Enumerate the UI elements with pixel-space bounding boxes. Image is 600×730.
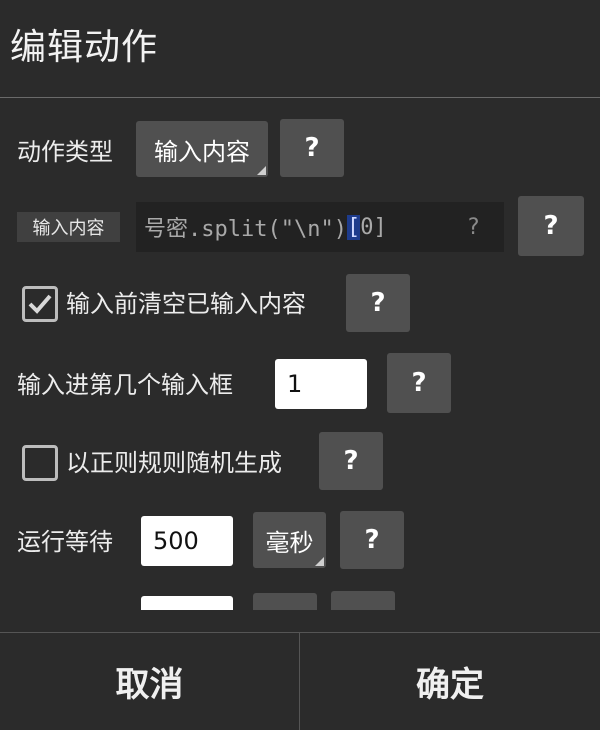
cutoff-dropdown[interactable] xyxy=(253,593,317,610)
wait-field[interactable]: 500 xyxy=(141,516,233,566)
code-text-before: 号密.split("\n") xyxy=(144,217,347,242)
cutoff-help-button[interactable] xyxy=(331,591,395,610)
cancel-button[interactable]: 取消 xyxy=(0,633,299,730)
code-text-after: 0] xyxy=(360,214,387,240)
input-index-help-button[interactable]: ? xyxy=(387,353,451,413)
wait-unit-dropdown[interactable]: 毫秒 xyxy=(253,512,326,568)
regex-random-help-button[interactable]: ? xyxy=(319,432,383,490)
input-index-label: 输入进第几个输入框 xyxy=(17,371,233,399)
input-content-help-button[interactable]: ? xyxy=(518,196,584,256)
cutoff-field[interactable] xyxy=(141,596,233,610)
action-type-help-button[interactable]: ? xyxy=(280,119,344,177)
checkmark-icon xyxy=(28,294,52,314)
action-type-label: 动作类型 xyxy=(17,138,113,166)
dialog-footer: 取消 确定 xyxy=(0,632,600,730)
code-selection: [ xyxy=(346,214,361,240)
wait-label: 运行等待 xyxy=(17,528,113,556)
clear-before-help-button[interactable]: ? xyxy=(346,274,410,332)
input-index-field[interactable]: 1 xyxy=(275,359,367,409)
editor-hint: ? xyxy=(466,214,480,240)
clear-before-checkbox[interactable] xyxy=(22,286,58,322)
confirm-button[interactable]: 确定 xyxy=(300,633,600,730)
dialog-content: 动作类型 输入内容 ? 输入内容 号密.split("\n")[0] ? ? 输… xyxy=(0,98,600,610)
action-type-dropdown[interactable]: 输入内容 xyxy=(136,121,268,177)
regex-random-label: 以正则规则随机生成 xyxy=(66,449,282,477)
wait-help-button[interactable]: ? xyxy=(340,511,404,569)
action-type-value: 输入内容 xyxy=(154,137,250,166)
input-content-editor[interactable]: 号密.split("\n")[0] ? xyxy=(136,202,504,252)
clear-before-label: 输入前清空已输入内容 xyxy=(66,290,306,318)
dialog-header: 编辑动作 xyxy=(0,0,600,98)
input-content-tag: 输入内容 xyxy=(17,212,120,242)
dialog-title: 编辑动作 xyxy=(10,27,159,68)
wait-unit-value: 毫秒 xyxy=(265,528,314,557)
regex-random-checkbox[interactable] xyxy=(22,445,58,481)
